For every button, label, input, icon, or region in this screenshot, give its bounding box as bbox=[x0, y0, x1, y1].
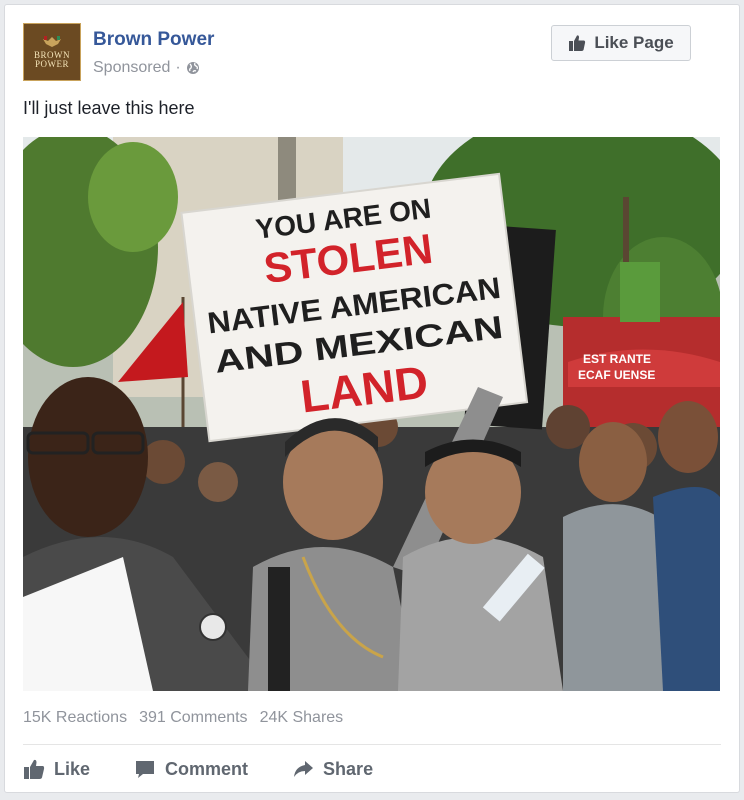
post-photo[interactable]: EST RANTE ECAF UENSE YOU ARE ON STOLEN N… bbox=[23, 137, 720, 691]
page-name-link[interactable]: Brown Power bbox=[93, 29, 214, 51]
post-message: I'll just leave this here bbox=[23, 98, 195, 118]
reactions-count[interactable]: 15K Reactions bbox=[23, 709, 127, 727]
post-actions: Like Comment Share bbox=[23, 753, 417, 785]
sponsored-label[interactable]: Sponsored bbox=[93, 59, 170, 77]
protest-photo-illustration: EST RANTE ECAF UENSE YOU ARE ON STOLEN N… bbox=[23, 137, 720, 691]
meta-separator: · bbox=[175, 59, 181, 76]
share-label: Share bbox=[323, 758, 374, 779]
sponsored-post-card: BROWN POWER Brown Power Sponsored · Like… bbox=[4, 4, 740, 793]
comment-label: Comment bbox=[165, 758, 249, 779]
comments-count[interactable]: 391 Comments bbox=[139, 709, 248, 727]
post-header: BROWN POWER Brown Power Sponsored · Like… bbox=[23, 23, 721, 83]
avatar-logo-text: BROWN POWER bbox=[34, 50, 70, 69]
thumbs-up-icon bbox=[24, 759, 45, 779]
shares-count[interactable]: 24K Shares bbox=[260, 709, 344, 727]
share-button[interactable]: Share bbox=[292, 758, 373, 780]
like-label: Like bbox=[54, 758, 91, 779]
like-button[interactable]: Like bbox=[23, 758, 90, 780]
storefront-text-line-1: EST RANTE bbox=[583, 352, 651, 366]
actions-divider bbox=[23, 744, 721, 745]
like-page-button[interactable]: Like Page bbox=[551, 25, 691, 61]
globe-icon[interactable] bbox=[186, 61, 200, 75]
comment-button[interactable]: Comment bbox=[134, 758, 248, 780]
share-arrow-icon bbox=[294, 761, 314, 777]
engagement-stats: 15K Reactions 391 Comments 24K Shares bbox=[23, 709, 343, 727]
green-placard bbox=[620, 262, 660, 322]
post-meta: Sponsored · bbox=[93, 59, 200, 77]
comment-bubble-icon bbox=[136, 761, 155, 778]
page-avatar[interactable]: BROWN POWER bbox=[23, 23, 81, 81]
storefront-text-line-2: ECAF UENSE bbox=[578, 368, 655, 382]
eagle-emblem-icon bbox=[43, 36, 61, 47]
thumbs-up-icon bbox=[569, 35, 586, 51]
like-page-label: Like Page bbox=[594, 33, 674, 52]
